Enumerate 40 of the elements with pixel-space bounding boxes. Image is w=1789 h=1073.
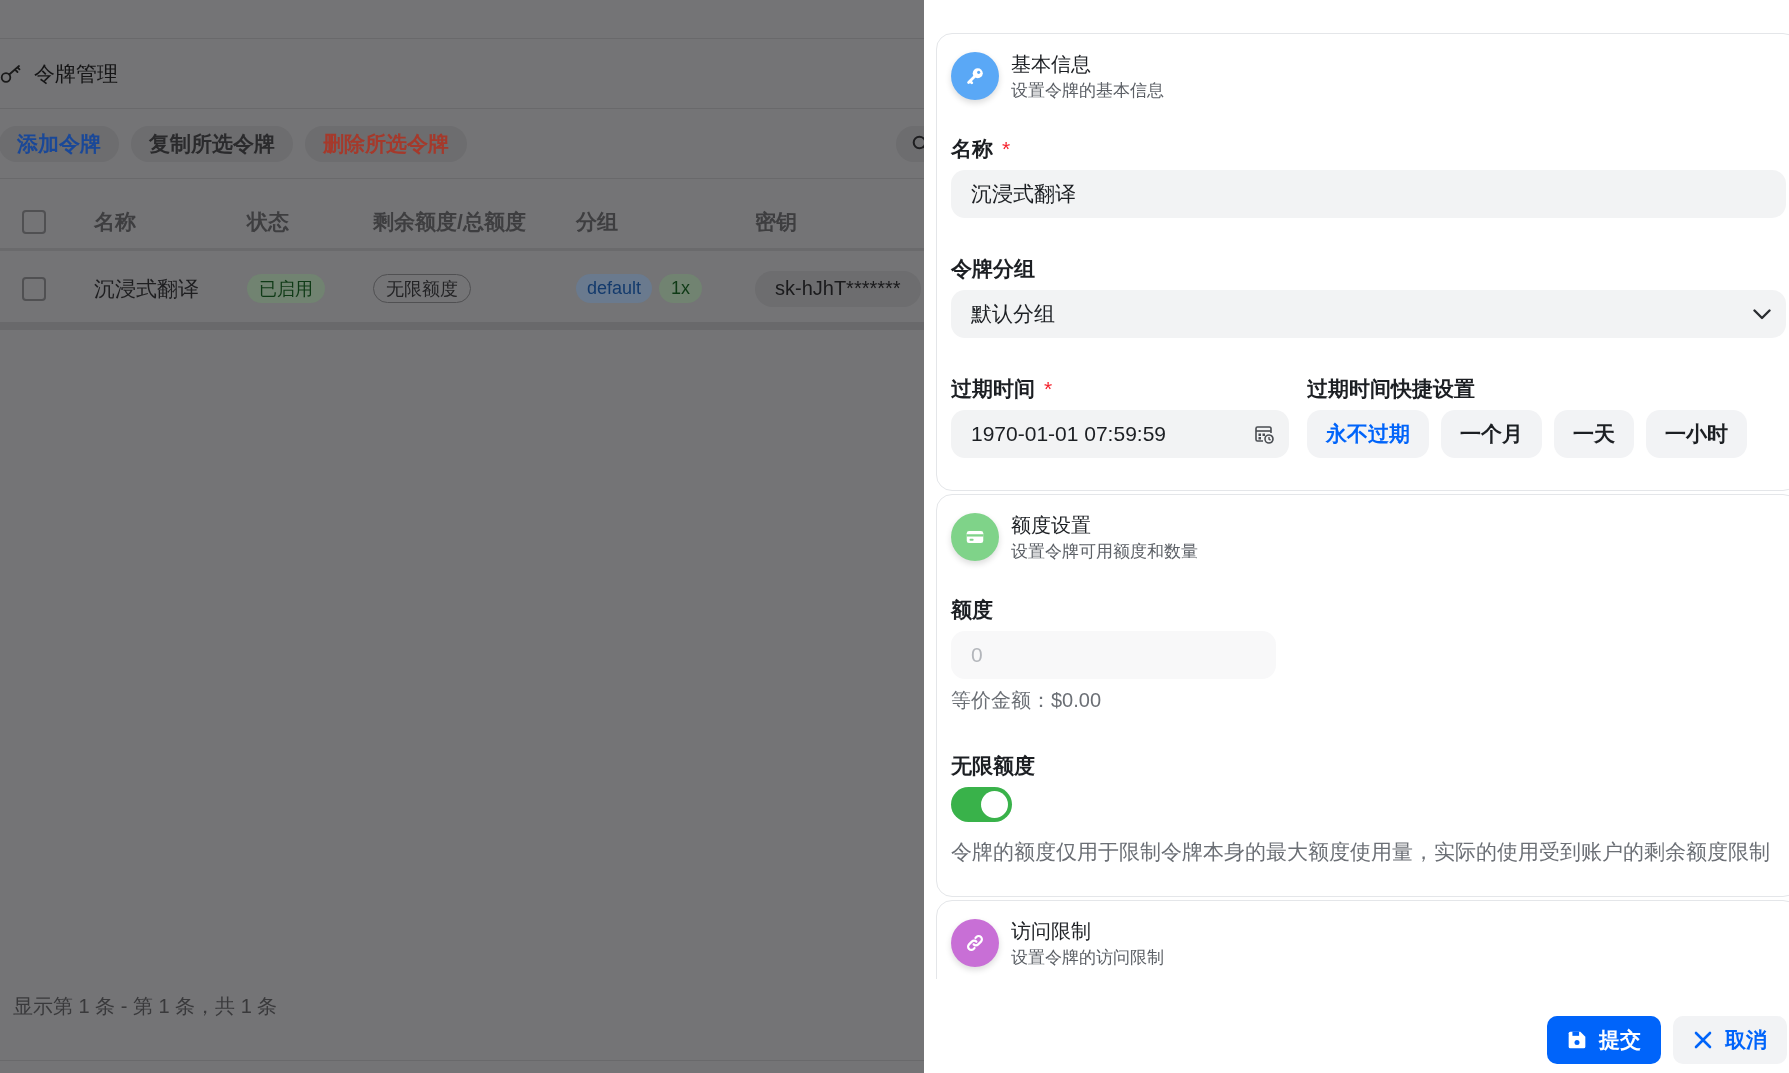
- chevron-down-icon: [1753, 308, 1771, 320]
- field-label: 名称: [951, 137, 993, 161]
- submit-button[interactable]: 提交: [1547, 1016, 1661, 1064]
- date-field[interactable]: 1970-01-01 07:59:59: [951, 410, 1289, 458]
- section-title: 额度设置: [1011, 514, 1092, 536]
- field-label: 额度: [951, 598, 993, 622]
- group-tag: default: [576, 274, 653, 303]
- key-icon: [0, 63, 22, 84]
- select-field[interactable]: 默认分组: [951, 290, 1786, 338]
- calendar-icon: [1254, 424, 1274, 444]
- field-label: 过期时间: [951, 377, 1035, 401]
- checkbox[interactable]: [22, 276, 46, 301]
- ratio-tag: 1x: [659, 274, 703, 303]
- text-input[interactable]: 沉浸式翻译: [951, 170, 1786, 218]
- field-label: 令牌分组: [951, 257, 1035, 281]
- status-badge: 已启用: [247, 274, 325, 303]
- token-name: 沉浸式翻译: [94, 275, 200, 302]
- required-mark: *: [1044, 377, 1053, 401]
- page-title: 令牌管理: [34, 60, 118, 87]
- quick-option-button[interactable]: 一小时: [1646, 410, 1747, 458]
- section-subtitle: 设置令牌的访问限制: [1011, 947, 1164, 969]
- pagination-text: 显示第 1 条 - 第 1 条，共 1 条: [12, 994, 279, 1018]
- section-title: 基本信息: [1011, 53, 1092, 75]
- checkbox[interactable]: [22, 209, 46, 234]
- quick-option-button[interactable]: 一天: [1554, 410, 1634, 458]
- cancel-button[interactable]: 取消: [1673, 1016, 1787, 1064]
- field-label: 无限额度: [951, 754, 1035, 778]
- section-title: 访问限制: [1011, 920, 1092, 942]
- quick-option-button[interactable]: 一个月: [1441, 410, 1542, 458]
- field-label: 过期时间快捷设置: [1307, 377, 1475, 401]
- required-mark: *: [1002, 137, 1011, 161]
- close-icon: [1693, 1030, 1713, 1050]
- toggle-switch[interactable]: [951, 787, 1012, 822]
- section-subtitle: 设置令牌可用额度和数量: [1011, 541, 1198, 563]
- quick-option-button[interactable]: 永不过期: [1307, 410, 1429, 458]
- section-subtitle: 设置令牌的基本信息: [1011, 80, 1164, 102]
- save-icon: [1567, 1030, 1587, 1050]
- api-key-text: sk-hJhT*******: [755, 270, 921, 307]
- help-text: 令牌的额度仅用于限制令牌本身的最大额度使用量，实际的使用受到账户的剩余额度限制: [951, 840, 1771, 864]
- equivalent-amount-text: 等价金额：$0.00: [951, 689, 1103, 713]
